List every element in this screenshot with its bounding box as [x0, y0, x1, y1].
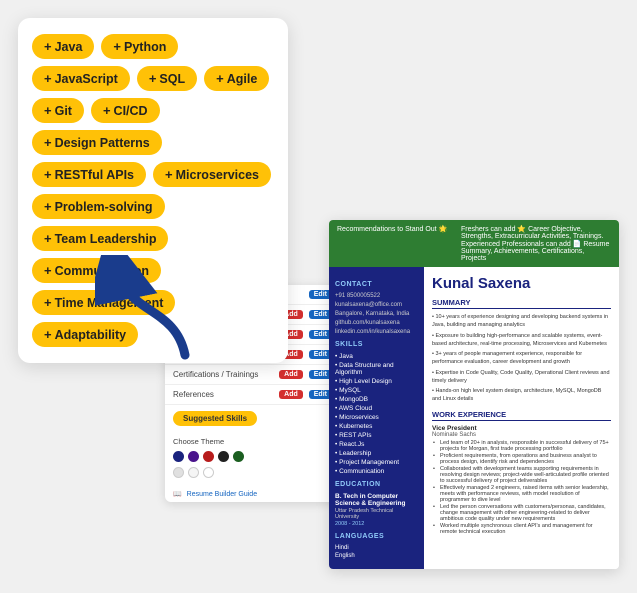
resume-document: Recommendations to Stand Out 🌟 Freshers … [329, 220, 619, 569]
work-title: Vice President [432, 425, 611, 432]
color-swatch[interactable] [203, 451, 214, 462]
guide-link[interactable]: 📖 Resume Builder Guide [165, 486, 340, 502]
skill-tag: + Python [101, 34, 178, 59]
book-icon: 📖 [173, 491, 182, 498]
work-company: Nominate Sachs [432, 432, 611, 438]
skill-item: • Data Structure and Algorithm [335, 362, 418, 376]
skill-item: • Microservices [335, 414, 418, 421]
summary-bullet: • Exposure to building high-performance … [432, 332, 611, 349]
skill-tag: + SQL [137, 66, 197, 91]
work-heading: WORK EXPERIENCE [432, 410, 611, 421]
color-swatch[interactable] [218, 451, 229, 462]
arrow-graphic [95, 255, 215, 365]
skill-item: • React.Js [335, 441, 418, 448]
badges-group: AddEdit [276, 390, 332, 399]
skill-item: • MySQL [335, 387, 418, 394]
skill-tag: + Design Patterns [32, 130, 162, 155]
education-section-title: EDUCATION [335, 481, 418, 488]
edu-degree: B. Tech in Computer Science & Engineerin… [335, 493, 418, 507]
summary-bullet: • Expertise in Code Quality, Code Qualit… [432, 369, 611, 386]
skill-tag: + Java [32, 34, 94, 59]
theme-label: Choose Theme [173, 437, 332, 446]
skill-item: • Communication [335, 468, 418, 475]
resume-name: Kunal Saxena [432, 275, 611, 292]
skill-item: • High Level Design [335, 378, 418, 385]
panel-row: Certifications / Trainings AddEdit [165, 365, 340, 385]
work-bullet: Worked multiple synchronous client API's… [432, 523, 611, 535]
resume-body: CONTACT +91 8500005522 kunalsaxena@office… [329, 267, 619, 569]
light-swatches [173, 467, 332, 478]
skill-tag: + Microservices [153, 162, 271, 187]
badges-group: AddEdit [276, 370, 332, 379]
resume-sidebar: CONTACT +91 8500005522 kunalsaxena@office… [329, 267, 424, 569]
resume-banner: Recommendations to Stand Out 🌟 Freshers … [329, 220, 619, 267]
skill-item: • Project Management [335, 459, 418, 466]
work-bullet: Led the person conversations with custom… [432, 504, 611, 522]
resume-main: Kunal Saxena SUMMARY • 10+ years of expe… [424, 267, 619, 569]
badge-red[interactable]: Add [279, 370, 303, 379]
work-bullet: Led team of 20+ in analysis, responsible… [432, 440, 611, 452]
panel-row: References AddEdit [165, 385, 340, 405]
skill-tag: + Problem-solving [32, 194, 165, 219]
languages-section-title: LANGUAGES [335, 533, 418, 540]
skill-item: • Java [335, 353, 418, 360]
summary-bullet: • Hands-on high level system design, arc… [432, 387, 611, 404]
light-color-swatch[interactable] [173, 467, 184, 478]
color-swatch[interactable] [188, 451, 199, 462]
contact-item: github.com/kunalsaxena [335, 320, 418, 326]
work-bullet: Proficient requirements, from operations… [432, 453, 611, 465]
edu-years: 2008 - 2012 [335, 521, 418, 527]
summary-heading: SUMMARY [432, 298, 611, 309]
contact-item: linkedin.com/in/kunalsaxena [335, 329, 418, 335]
skill-tag: + CI/CD [91, 98, 160, 123]
contact-item: Bangalore, Karnataka, India [335, 311, 418, 317]
skill-tag: + Team Leadership [32, 226, 168, 251]
panel-row-label: References [173, 390, 214, 399]
contact-item: +91 8500005522 [335, 293, 418, 299]
contact-section-title: CONTACT [335, 281, 418, 288]
badge-red[interactable]: Add [279, 390, 303, 399]
skill-tag: + Git [32, 98, 84, 123]
skill-item: • MongoDB [335, 396, 418, 403]
panel-row-label: Certifications / Trainings [173, 370, 258, 379]
skills-section-title: SKILLS [335, 341, 418, 348]
work-bullet: Effectively managed 2 engineers, raised … [432, 485, 611, 503]
language-item: Hindi [335, 545, 418, 551]
skill-tag: + JavaScript [32, 66, 130, 91]
skill-item: • REST APIs [335, 432, 418, 439]
light-color-swatch[interactable] [203, 467, 214, 478]
contact-item: kunalsaxena@office.com [335, 302, 418, 308]
theme-section: Choose Theme [165, 432, 340, 486]
color-swatch[interactable] [173, 451, 184, 462]
work-entry: Vice PresidentNominate Sachs Led team of … [432, 425, 611, 535]
skill-tag: + Agile [204, 66, 269, 91]
summary-bullet: • 10+ years of experience designing and … [432, 313, 611, 330]
skill-item: • Kubernetes [335, 423, 418, 430]
edu-school: Uttar Pradesh Technical University [335, 508, 418, 520]
banner-right-text: Freshers can add ⭐ Career Objective, Str… [461, 225, 611, 262]
banner-left-text: Recommendations to Stand Out 🌟 [337, 225, 447, 262]
suggested-skills-button[interactable]: Suggested Skills [173, 411, 257, 426]
color-swatch[interactable] [233, 451, 244, 462]
skill-item: • AWS Cloud [335, 405, 418, 412]
dark-swatches [173, 451, 332, 462]
work-bullet: Collaborated with development teams supp… [432, 466, 611, 484]
summary-bullet: • 3+ years of people management experien… [432, 350, 611, 367]
skill-tag: + RESTful APIs [32, 162, 146, 187]
language-item: English [335, 553, 418, 559]
light-color-swatch[interactable] [188, 467, 199, 478]
skill-item: • Leadership [335, 450, 418, 457]
